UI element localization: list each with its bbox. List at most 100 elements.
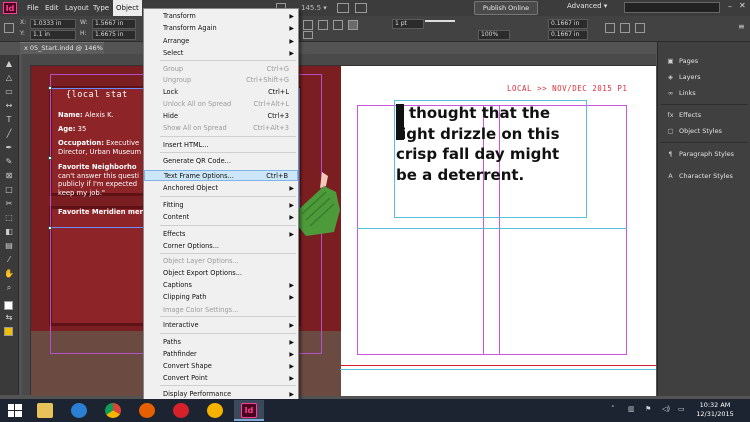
pencil-tool-icon[interactable]: ✎ — [4, 157, 14, 167]
fill-icon[interactable] — [303, 20, 313, 30]
flag-icon[interactable]: ⚑ — [645, 405, 651, 413]
select-container-icon[interactable] — [348, 20, 358, 30]
search-field[interactable] — [624, 2, 720, 13]
scissors-tool-icon[interactable]: ✂ — [4, 199, 14, 209]
links-panel-tab[interactable]: ∞ Links — [666, 88, 696, 99]
menu-item-interactive[interactable]: Interactive ▶ — [144, 320, 298, 331]
menu-item-content[interactable]: Content ▶ — [144, 212, 298, 223]
panel-menu-icon[interactable]: ≡ — [738, 22, 745, 31]
menu-type[interactable]: Type — [90, 0, 112, 16]
x-field[interactable]: 1.0333 in — [30, 19, 76, 29]
volume-icon[interactable]: ◁) — [662, 405, 670, 413]
rectangle-frame-tool-icon[interactable]: ⊠ — [4, 171, 14, 181]
menu-item-generate-qr-code[interactable]: Generate QR Code... — [144, 156, 298, 167]
menu-layout[interactable]: Layout — [62, 0, 92, 16]
menu-item-convert-shape[interactable]: Convert Shape ▶ — [144, 361, 298, 372]
w-field[interactable]: 1.5667 in — [92, 19, 136, 29]
paragraph-styles-panel-tab[interactable]: ¶ Paragraph Styles — [666, 149, 734, 160]
corner-size-field[interactable]: 0.1667 in — [548, 19, 588, 29]
menu-item-ungroup[interactable]: Ungroup Ctrl+Shift+G — [144, 75, 298, 86]
menu-item-image-color-settings[interactable]: Image Color Settings... — [144, 305, 298, 316]
keyboard-icon[interactable]: ▭ — [678, 405, 685, 413]
menu-item-fitting[interactable]: Fitting ▶ — [144, 200, 298, 211]
flip-icon[interactable] — [333, 20, 343, 30]
rotate-icon[interactable] — [318, 20, 328, 30]
gap-tool-icon[interactable]: ↔ — [4, 101, 14, 111]
menu-item-hide[interactable]: Hide Ctrl+3 — [144, 111, 298, 122]
menu-object[interactable]: Object — [113, 0, 142, 16]
opacity-field[interactable]: 100% — [478, 30, 510, 40]
fill-swatch-icon[interactable] — [4, 301, 13, 310]
taskbar-firefox[interactable] — [132, 400, 162, 421]
stroke-weight-field[interactable]: 1 pt — [392, 19, 424, 29]
apply-color-icon[interactable] — [4, 327, 13, 336]
menu-item-captions[interactable]: Captions ▶ — [144, 280, 298, 291]
menu-item-insert-html[interactable]: Insert HTML... — [144, 140, 298, 151]
menu-item-show-all-on-spread[interactable]: Show All on Spread Ctrl+Alt+3 — [144, 123, 298, 134]
stroke-type-icon[interactable] — [425, 20, 455, 30]
text-wrap-icon[interactable] — [605, 23, 615, 33]
start-button[interactable] — [0, 400, 30, 421]
menu-item-corner-options[interactable]: Corner Options... — [144, 241, 298, 252]
taskbar-indesign[interactable]: Id — [234, 400, 264, 421]
line-tool-icon[interactable]: ╱ — [4, 129, 14, 139]
free-transform-tool-icon[interactable]: ⬚ — [4, 213, 14, 223]
eyedropper-tool-icon[interactable]: ⁄ — [4, 255, 14, 265]
corner-size-field-2[interactable]: 0.1667 in — [548, 30, 588, 40]
menu-item-lock[interactable]: Lock Ctrl+L — [144, 87, 298, 98]
taskbar-chrome[interactable] — [98, 400, 128, 421]
frame-handle[interactable] — [48, 226, 52, 230]
zoom-tool-icon[interactable]: ⌕ — [4, 283, 14, 293]
frame-handle[interactable] — [48, 86, 52, 90]
effects-panel-tab[interactable]: fx Effects — [666, 110, 701, 121]
show-hidden-icons-icon[interactable]: ˄ — [611, 405, 615, 413]
zoom-dropdown[interactable]: 145.5 ▾ — [298, 0, 330, 16]
menu-item-object-export-options[interactable]: Object Export Options... — [144, 268, 298, 279]
page-tool-icon[interactable]: ▭ — [4, 87, 14, 97]
frame-handle[interactable] — [48, 156, 52, 160]
layers-panel-tab[interactable]: ◈ Layers — [666, 72, 701, 83]
menu-item-object-layer-options[interactable]: Object Layer Options... — [144, 256, 298, 267]
taskbar-media[interactable] — [200, 400, 230, 421]
taskbar-file-explorer[interactable] — [30, 400, 60, 421]
menu-item-select[interactable]: Select ▶ — [144, 48, 298, 59]
note-tool-icon[interactable]: ▤ — [4, 241, 14, 251]
menu-item-arrange[interactable]: Arrange ▶ — [144, 36, 298, 47]
menu-item-pathfinder[interactable]: Pathfinder ▶ — [144, 349, 298, 360]
close-window-icon[interactable]: ✕ — [739, 1, 746, 10]
taskbar-internet-explorer[interactable] — [64, 400, 94, 421]
type-tool-icon[interactable]: T — [4, 115, 14, 125]
pen-tool-icon[interactable]: ✒ — [4, 143, 14, 153]
network-icon[interactable]: ▥ — [628, 405, 635, 413]
minimize-icon[interactable]: – — [728, 2, 732, 11]
arrange-documents-icon[interactable] — [355, 3, 367, 13]
h-field[interactable]: 1.6675 in — [92, 30, 136, 40]
fitting-icon[interactable] — [635, 23, 645, 33]
menu-item-convert-point[interactable]: Convert Point ▶ — [144, 373, 298, 384]
menu-file[interactable]: File — [24, 0, 42, 16]
gradient-tool-icon[interactable]: ◧ — [4, 227, 14, 237]
selection-tool-icon[interactable]: ▲ — [4, 59, 14, 69]
menu-item-transform-again[interactable]: Transform Again ▶ — [144, 23, 298, 34]
menu-item-unlock-all-on-spread[interactable]: Unlock All on Spread Ctrl+Alt+L — [144, 99, 298, 110]
direct-selection-tool-icon[interactable]: △ — [4, 73, 14, 83]
workspace-switcher[interactable]: Advanced ▾ — [567, 2, 607, 10]
rectangle-tool-icon[interactable]: □ — [4, 185, 14, 195]
menu-item-group[interactable]: Group Ctrl+G — [144, 64, 298, 75]
swap-fill-stroke-icon[interactable]: ⇆ — [4, 313, 14, 323]
menu-item-anchored-object[interactable]: Anchored Object ▶ — [144, 183, 298, 194]
character-styles-panel-tab[interactable]: A Character Styles — [666, 171, 733, 182]
menu-item-transform[interactable]: Transform ▶ — [144, 11, 298, 22]
menu-item-text-frame-options[interactable]: Text Frame Options... Ctrl+B — [144, 170, 298, 181]
screen-mode-icon[interactable] — [337, 3, 349, 13]
menu-item-clipping-path[interactable]: Clipping Path ▶ — [144, 292, 298, 303]
stroke-icon[interactable] — [303, 31, 313, 39]
object-styles-panel-tab[interactable]: ▢ Object Styles — [666, 126, 722, 137]
auto-fit-icon[interactable] — [620, 23, 630, 33]
taskbar-opera[interactable] — [166, 400, 196, 421]
menu-edit[interactable]: Edit — [42, 0, 62, 16]
menu-item-effects[interactable]: Effects ▶ — [144, 229, 298, 240]
document-tab[interactable]: x 05_Start.indd @ 146% — [20, 42, 104, 54]
hand-tool-icon[interactable]: ✋ — [4, 269, 14, 279]
reference-point-icon[interactable] — [4, 23, 14, 33]
